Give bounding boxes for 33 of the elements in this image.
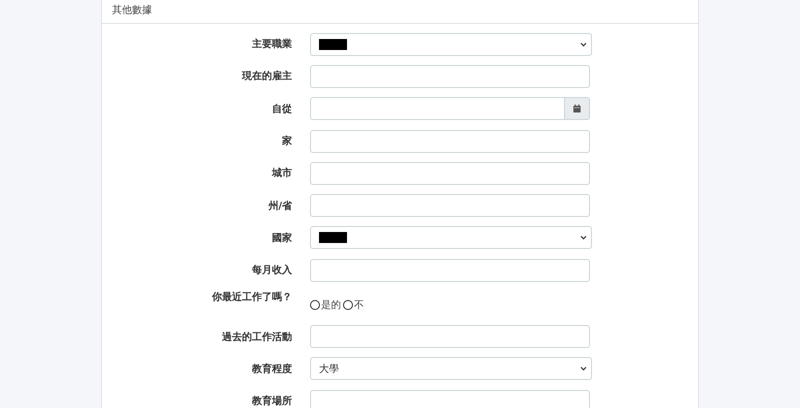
chevron-icon [580,366,587,372]
radio-label: 不 [354,299,364,312]
field-label: 國家 [271,231,292,245]
field-label: 過去的工作活動 [221,330,292,344]
input-field[interactable] [310,130,590,153]
radio-button[interactable] [343,300,353,310]
field-label: 自從 [271,102,292,116]
dropdown[interactable] [310,32,592,56]
input-field[interactable] [310,64,590,88]
input-field[interactable] [310,162,590,185]
field-label: 教育場所 [250,394,292,408]
date-field[interactable] [310,97,565,120]
field-label: 每月收入 [251,264,292,278]
field-label: 家 [281,134,292,148]
radio-label: 是的 [321,299,341,312]
dropdown[interactable] [310,226,592,250]
radio-button[interactable] [310,300,320,310]
input-field[interactable] [310,325,590,348]
chevron-icon [580,235,587,240]
input-field[interactable] [310,194,590,218]
field-label: 你最近工作了嗎？ [210,290,292,304]
field-label: 州/省 [267,200,292,213]
field-label: 主要職業 [251,37,292,52]
input-field[interactable] [310,258,590,282]
calendar-icon [573,104,581,114]
input-field[interactable] [310,390,590,408]
section-title: 其他數據 [112,4,152,16]
calendar-button[interactable] [565,97,590,120]
field-label: 教育程度 [250,362,292,376]
field-label: 城市 [270,166,292,180]
field-label: 現在的雇主 [240,69,292,84]
chevron-icon [580,42,587,47]
dropdown[interactable]: 大學 [310,357,592,380]
